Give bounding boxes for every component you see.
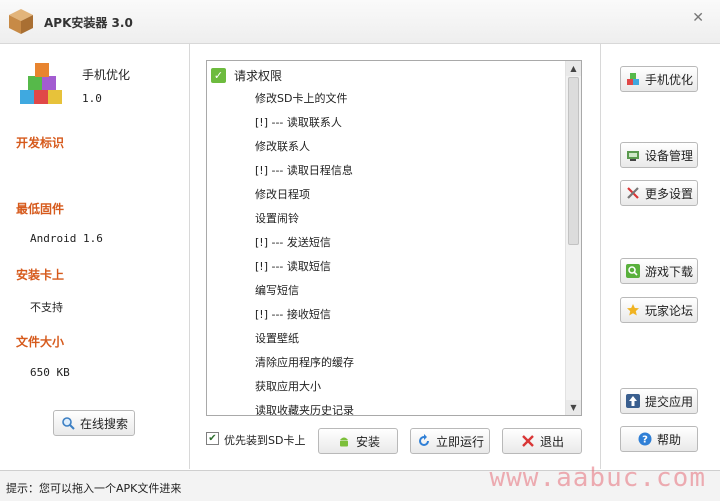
permission-item: 修改SD卡上的文件 xyxy=(255,92,348,105)
install-button[interactable]: 安装 xyxy=(318,428,398,454)
permission-item: [!] --- 读取日程信息 xyxy=(255,164,353,177)
upload-icon xyxy=(625,393,641,409)
device-manage-button[interactable]: 设备管理 xyxy=(620,142,698,168)
file-size-value: 650 KB xyxy=(30,366,70,379)
game-download-button[interactable]: 游戏下载 xyxy=(620,258,698,284)
submit-app-button[interactable]: 提交应用 xyxy=(620,388,698,414)
sd-first-checkbox[interactable]: ✔ xyxy=(206,432,219,445)
permission-item: 清除应用程序的缓存 xyxy=(255,356,354,369)
title-bar: APK安装器 3.0 ✕ xyxy=(0,0,720,44)
min-firmware-value: Android 1.6 xyxy=(30,232,103,245)
permission-item: 修改联系人 xyxy=(255,140,310,153)
online-search-button[interactable]: 在线搜索 xyxy=(53,410,135,436)
scroll-up-icon[interactable]: ▲ xyxy=(566,61,581,76)
permission-item: 设置壁纸 xyxy=(255,332,299,345)
phone-optimize-button[interactable]: 手机优化 xyxy=(620,66,698,92)
developer-label: 开发标识 xyxy=(16,136,65,150)
scrollbar[interactable]: ▲ ▼ xyxy=(565,61,581,415)
scroll-down-icon[interactable]: ▼ xyxy=(566,400,581,415)
close-button[interactable]: ✕ xyxy=(692,10,704,26)
blocks-icon xyxy=(625,71,641,87)
help-icon: ? xyxy=(637,431,653,447)
window-title: APK安装器 3.0 xyxy=(44,16,133,30)
android-icon xyxy=(336,433,352,449)
help-button[interactable]: ? 帮助 xyxy=(620,426,698,452)
check-icon: ✓ xyxy=(211,67,226,83)
sd-first-label[interactable]: 优先装到SD卡上 xyxy=(224,432,305,448)
more-settings-button[interactable]: 更多设置 xyxy=(620,180,698,206)
tools-icon xyxy=(625,185,641,201)
permission-item: 设置闹铃 xyxy=(255,212,299,225)
status-bar: 提示：您可以拖入一个APK文件进来 www.aabuc.com xyxy=(0,463,720,501)
permission-item: [!] --- 读取联系人 xyxy=(255,116,342,129)
file-size-label: 文件大小 xyxy=(16,335,65,349)
permission-item: [!] --- 读取短信 xyxy=(255,260,331,273)
permission-header: ✓ 请求权限 xyxy=(211,65,282,85)
permission-item: 修改日程项 xyxy=(255,188,310,201)
install-sd-value: 不支持 xyxy=(30,301,63,314)
status-text: 提示：您可以拖入一个APK文件进来 xyxy=(6,482,182,495)
permission-list[interactable]: ✓ 请求权限 修改SD卡上的文件 [!] --- 读取联系人 修改联系人 [!] --… xyxy=(206,60,582,416)
exit-button[interactable]: 退出 xyxy=(502,428,582,454)
box-icon xyxy=(9,9,33,34)
app-name: 手机优化 xyxy=(82,68,131,82)
magnifier-icon xyxy=(60,415,76,431)
app-logo-icon xyxy=(20,63,62,104)
watermark: www.aabuc.com xyxy=(489,463,706,493)
player-forum-button[interactable]: 玩家论坛 xyxy=(620,297,698,323)
permission-item: 读取收藏夹历史记录 xyxy=(255,404,354,416)
device-icon xyxy=(625,147,641,163)
permission-item: [!] --- 接收短信 xyxy=(255,308,331,321)
run-now-button[interactable]: 立即运行 xyxy=(410,428,490,454)
permission-item: 获取应用大小 xyxy=(255,380,321,393)
permission-item: [!] --- 发送短信 xyxy=(255,236,331,249)
permission-item: 编写短信 xyxy=(255,284,299,297)
search-icon xyxy=(625,263,641,279)
app-info-panel: 手机优化 1.0 开发标识 最低固件 Android 1.6 安装卡上 不支持 … xyxy=(0,44,190,469)
app-version: 1.0 xyxy=(82,92,102,105)
svg-text:?: ? xyxy=(642,435,648,446)
refresh-icon xyxy=(416,433,432,449)
star-icon xyxy=(625,302,641,318)
min-firmware-label: 最低固件 xyxy=(16,202,65,216)
scroll-thumb[interactable] xyxy=(568,77,579,245)
install-sd-label: 安装卡上 xyxy=(16,268,65,282)
x-icon xyxy=(520,433,536,449)
permission-items: 修改SD卡上的文件 [!] --- 读取联系人 修改联系人 [!] --- 读取日程信… xyxy=(255,87,555,416)
